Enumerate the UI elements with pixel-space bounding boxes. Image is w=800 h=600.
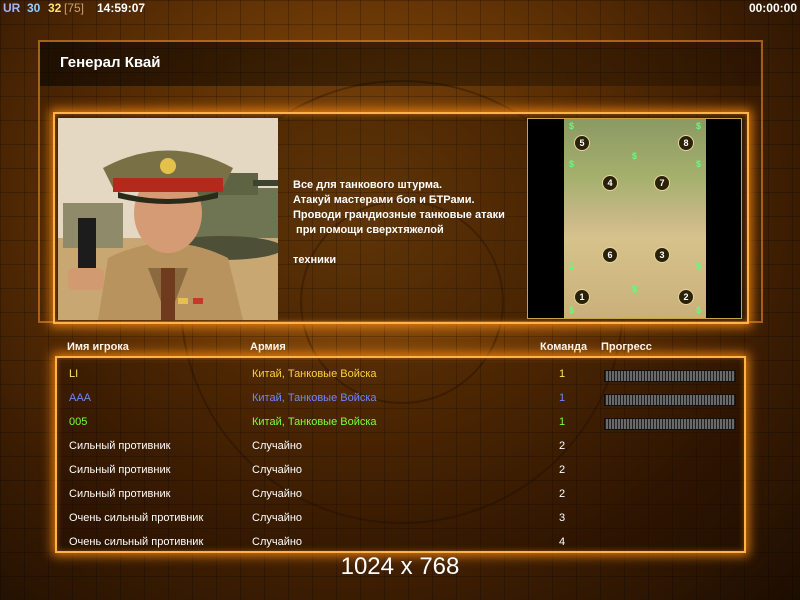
- players-table: LI Китай, Танковые Войска 1 AAA Китай, Танко…: [55, 356, 746, 553]
- resource-icon: $: [632, 151, 638, 161]
- start-spot: 2: [678, 289, 694, 305]
- description-line: Проводи грандиозные танковые атаки: [293, 209, 505, 221]
- hud-value-2: 32: [48, 1, 62, 15]
- description-line: техники: [293, 254, 337, 266]
- player-army: Китай, Танковые Войска: [252, 392, 377, 404]
- resource-icon: $: [569, 159, 575, 169]
- general-description: Все для танкового штурма. Атакуй мастера…: [293, 178, 523, 268]
- player-name: Сильный противник: [69, 464, 171, 476]
- player-team: 1: [559, 392, 566, 404]
- player-team: 2: [559, 488, 566, 500]
- hud-clock: 14:59:07: [97, 1, 146, 15]
- header-team: Команда: [540, 341, 588, 353]
- start-spot: 5: [574, 135, 590, 151]
- player-army: Случайно: [252, 512, 303, 524]
- player-team: 2: [559, 464, 566, 476]
- table-row[interactable]: LI Китай, Танковые Войска 1: [57, 362, 744, 386]
- start-spot: 4: [602, 175, 618, 191]
- resource-icon: $: [569, 121, 575, 131]
- player-army: Китай, Танковые Войска: [252, 368, 377, 380]
- minimap-preview[interactable]: 5 8 4 7 6 3 1 2 $ $ $ $ $ $ $ $ $ $: [527, 118, 742, 319]
- player-name: Очень сильный противник: [69, 536, 204, 548]
- resource-icon: $: [569, 261, 575, 271]
- header-progress: Прогресс: [601, 341, 652, 353]
- table-row[interactable]: 005 Китай, Танковые Войска 1: [57, 410, 744, 434]
- player-name: LI: [69, 368, 79, 380]
- player-name: Сильный противник: [69, 488, 171, 500]
- resource-icon: $: [696, 159, 702, 169]
- hud-value-1: 30: [27, 1, 41, 15]
- hud-ur-label: UR: [3, 1, 21, 15]
- resource-icon: $: [569, 305, 575, 315]
- table-row[interactable]: Сильный противник Случайно 2: [57, 458, 744, 482]
- player-team: 2: [559, 440, 566, 452]
- progress-bar: [604, 370, 736, 382]
- resource-icon: $: [696, 261, 702, 271]
- description-line: ​: [293, 238, 523, 253]
- player-team: 4: [559, 536, 566, 548]
- start-spot: 8: [678, 135, 694, 151]
- start-spot: 6: [602, 247, 618, 263]
- player-army: Китай, Танковые Войска: [252, 416, 377, 428]
- resource-icon: $: [696, 305, 702, 315]
- table-row[interactable]: Очень сильный противник Случайно 3: [57, 506, 744, 530]
- table-row[interactable]: AAA Китай, Танковые Войска 1: [57, 386, 744, 410]
- start-spot: 7: [654, 175, 670, 191]
- player-name: AAA: [69, 392, 92, 404]
- player-army: Случайно: [252, 488, 303, 500]
- hud-bar: UR 30 32 [75] 14:59:07 00:00:00: [0, 0, 800, 16]
- table-row[interactable]: Сильный противник Случайно 2: [57, 482, 744, 506]
- start-spot: 1: [574, 289, 590, 305]
- description-line: Атакуй мастерами боя и БТРами.: [293, 194, 475, 206]
- progress-bar: [604, 418, 736, 430]
- player-name: Очень сильный противник: [69, 512, 204, 524]
- table-row[interactable]: Сильный противник Случайно 2: [57, 434, 744, 458]
- resource-icon: $: [696, 121, 702, 131]
- general-portrait-image: [58, 118, 278, 320]
- resource-icon: $: [632, 284, 638, 294]
- player-team: 1: [559, 416, 566, 428]
- hud-value-3: [75]: [64, 1, 85, 15]
- player-army: Случайно: [252, 464, 303, 476]
- player-army: Случайно: [252, 536, 303, 548]
- progress-bar: [604, 394, 736, 406]
- player-team: 3: [559, 512, 566, 524]
- minimap-terrain: 5 8 4 7 6 3 1 2 $ $ $ $ $ $ $ $ $ $: [564, 119, 706, 318]
- hud-timer: 00:00:00: [748, 1, 797, 15]
- player-army: Случайно: [252, 440, 303, 452]
- header-army: Армия: [250, 341, 286, 353]
- player-name: 005: [69, 416, 88, 428]
- resolution-label: 1024 x 768: [340, 553, 460, 580]
- player-team: 1: [559, 368, 566, 380]
- description-line: Все для танкового штурма.: [293, 179, 442, 191]
- header-player: Имя игрока: [67, 341, 129, 353]
- player-name: Сильный противник: [69, 440, 171, 452]
- general-portrait: [58, 118, 278, 320]
- general-name: Генерал Квай: [60, 54, 161, 71]
- table-row[interactable]: Очень сильный противник Случайно 4: [57, 530, 744, 554]
- description-line: при помощи сверхтяжелой: [293, 224, 444, 236]
- start-spot: 3: [654, 247, 670, 263]
